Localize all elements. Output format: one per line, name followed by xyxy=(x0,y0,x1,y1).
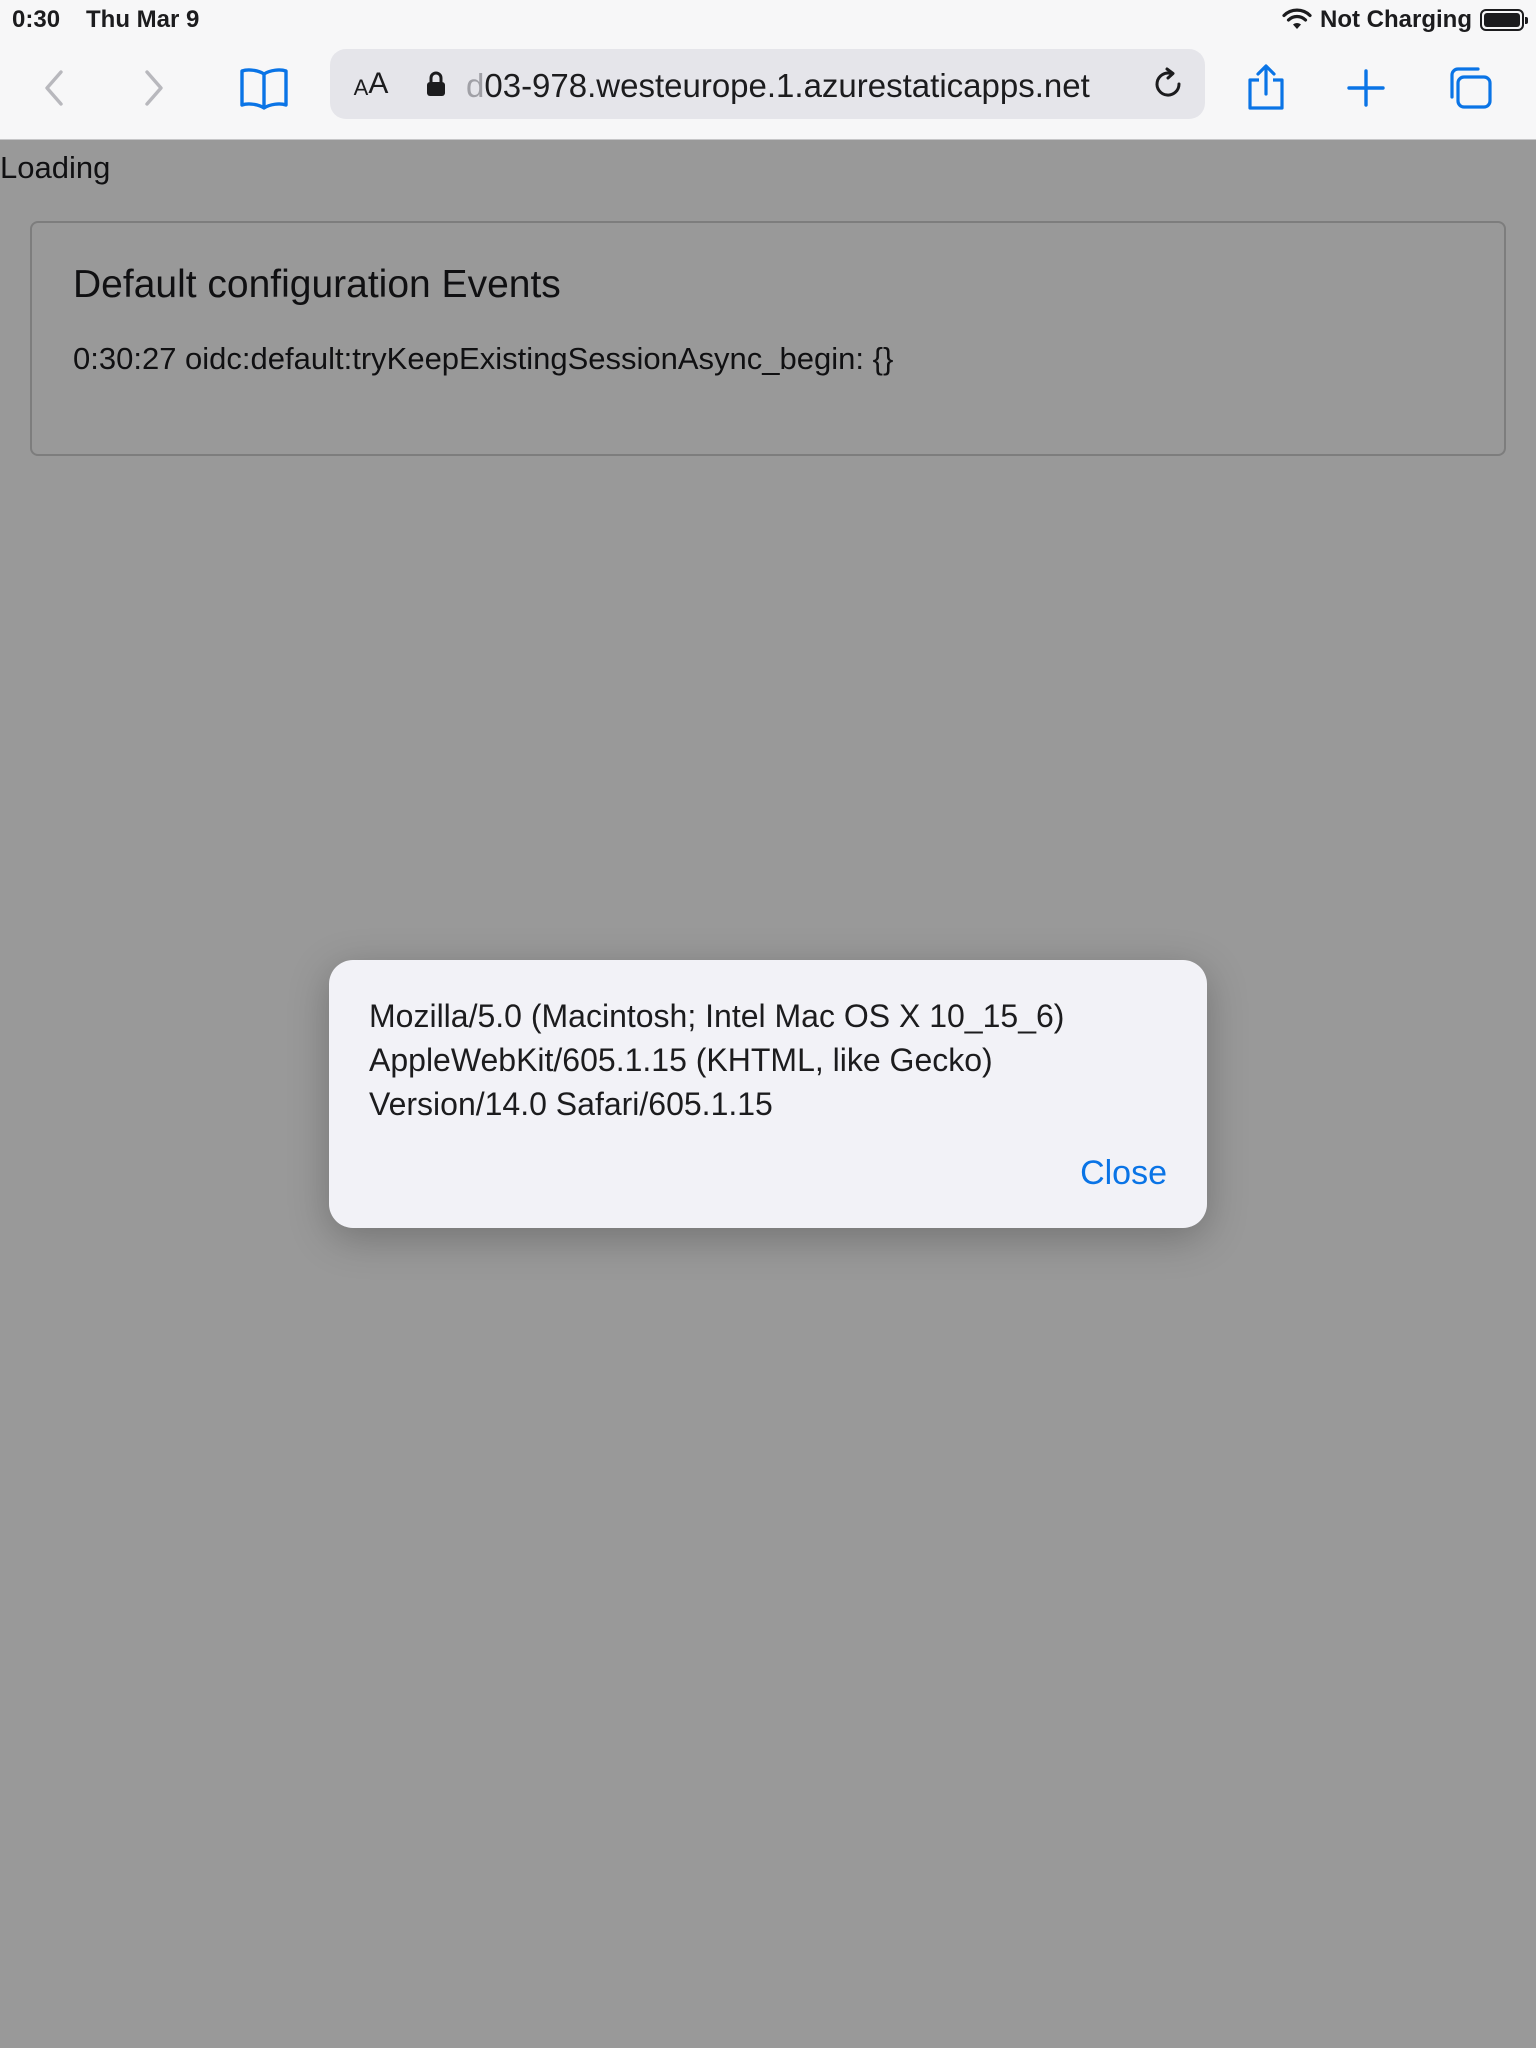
back-icon xyxy=(39,68,69,108)
charging-status: Not Charging xyxy=(1320,6,1472,33)
bookmarks-icon xyxy=(238,66,290,110)
forward-button[interactable] xyxy=(124,58,184,118)
status-right: Not Charging xyxy=(1282,6,1528,34)
battery-icon xyxy=(1480,9,1528,31)
add-tab-icon xyxy=(1346,68,1386,108)
close-button[interactable]: Close xyxy=(1080,1154,1167,1193)
url-main: 03-978.westeurope.1.azurestaticapps.net xyxy=(484,67,1090,104)
tabs-icon xyxy=(1446,65,1494,111)
new-tab-button[interactable] xyxy=(1336,58,1396,118)
alert-dialog: Mozilla/5.0 (Macintosh; Intel Mac OS X 1… xyxy=(329,960,1207,1228)
text-size-label-small: A xyxy=(353,75,369,100)
forward-icon xyxy=(139,68,169,108)
browser-toolbar: A A d03-978.westeurope.1.azurestaticapps… xyxy=(0,40,1536,140)
share-icon xyxy=(1246,64,1286,112)
wifi-icon xyxy=(1282,8,1312,32)
text-size-label-large: A xyxy=(368,67,389,100)
address-bar[interactable]: A A d03-978.westeurope.1.azurestaticapps… xyxy=(330,49,1205,119)
back-button[interactable] xyxy=(24,58,84,118)
share-button[interactable] xyxy=(1236,58,1296,118)
status-date: Thu Mar 9 xyxy=(86,6,200,33)
reload-button[interactable] xyxy=(1143,59,1193,109)
url-dim-prefix: d xyxy=(466,67,485,104)
reload-icon xyxy=(1151,67,1185,101)
status-time: 0:30 xyxy=(12,6,61,33)
status-bar: 0:30 Thu Mar 9 Not Charging xyxy=(0,0,1536,40)
url-text: d03-978.westeurope.1.azurestaticapps.net xyxy=(466,67,1156,105)
text-size-button[interactable]: A A xyxy=(346,59,396,109)
bookmarks-button[interactable] xyxy=(234,58,294,118)
tabs-overview-button[interactable] xyxy=(1440,58,1500,118)
alert-message: Mozilla/5.0 (Macintosh; Intel Mac OS X 1… xyxy=(369,998,1065,1122)
lock-icon xyxy=(426,71,446,97)
